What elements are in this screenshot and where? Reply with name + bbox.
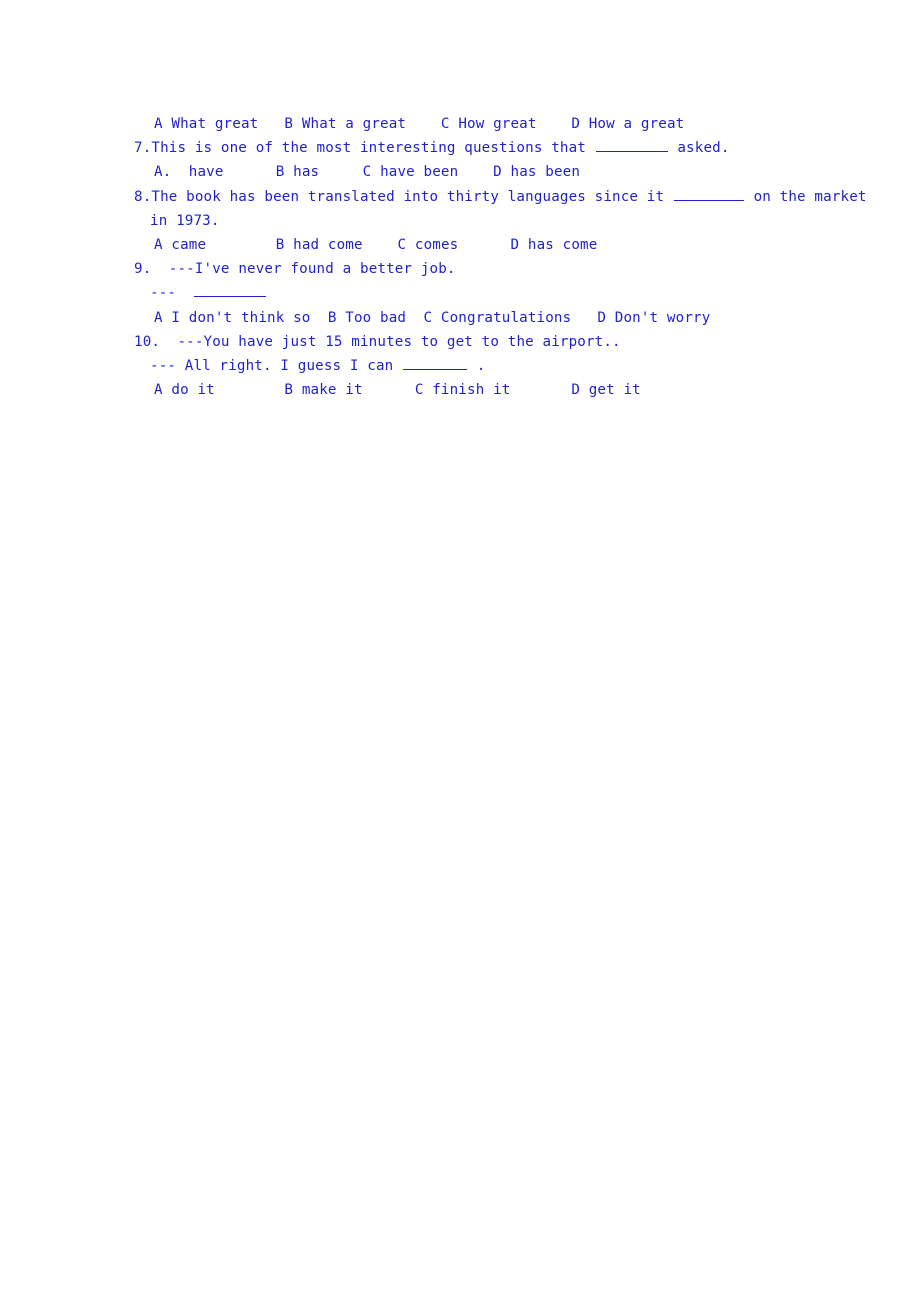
option-d-text: Don't worry <box>614 309 711 326</box>
question-8-text-after: on the market <box>744 188 867 205</box>
option-a-letter: A <box>154 309 163 326</box>
option-d-text: has been <box>510 164 581 181</box>
question-8-continuation: in 1973. <box>150 212 220 229</box>
question-10-reply-after: . <box>468 357 486 374</box>
option-d-text: get it <box>588 382 641 399</box>
question-8-stem: 8.The book has been translated into thir… <box>134 185 866 209</box>
option-d-letter: D <box>493 164 502 181</box>
option-b-letter: B <box>284 116 294 132</box>
question-9-speaker-line: ---I've never found a better job. <box>168 261 456 278</box>
options-row-q6: A What great B What a great C How great … <box>134 112 814 136</box>
question-9-number: 9. <box>134 261 152 278</box>
option-c-text: How great <box>458 116 537 132</box>
option-a-text: I don't think so <box>171 309 311 326</box>
option-d-letter: D <box>597 309 607 326</box>
option-c-letter: C <box>414 382 424 399</box>
worksheet-body: A What great B What a great C How great … <box>134 112 866 402</box>
options-row-q10: A do it B make it C finish it D get it <box>134 378 814 402</box>
option-b-text: had come <box>293 236 363 253</box>
option-c-text: Congratulations <box>440 309 572 326</box>
option-a-letter: A <box>154 116 163 132</box>
question-10-reply-line: --- All right. I guess I can . <box>134 354 814 378</box>
option-c-letter: C <box>397 236 407 253</box>
question-7-number: 7. <box>134 140 152 157</box>
question-7-stem: 7.This is one of the most interesting qu… <box>134 136 814 160</box>
option-c-text: have been <box>380 164 459 181</box>
question-8-blank <box>673 187 744 201</box>
option-b-text: What a great <box>301 116 407 132</box>
option-a-text: What great <box>171 116 259 132</box>
question-9-stem: 9. ---I've never found a better job. <box>134 257 814 281</box>
option-c-letter: C <box>440 116 450 132</box>
question-9-blank <box>194 283 267 298</box>
option-b-letter: B <box>275 236 285 253</box>
document-page: A What great B What a great C How great … <box>0 0 920 1302</box>
question-7-blank <box>595 138 668 153</box>
option-c-text: comes <box>414 236 459 253</box>
question-10-stem: 10. ---You have just 15 minutes to get t… <box>134 330 814 354</box>
question-8-text-before: The book has been translated into thirty… <box>151 188 673 205</box>
option-d-letter: D <box>571 382 581 399</box>
option-d-text: has come <box>527 236 598 253</box>
options-row-q7: A. have B has C have been D has been <box>134 160 814 184</box>
option-b-text: Too bad <box>345 309 407 326</box>
question-9-reply-line: --- <box>134 281 814 305</box>
option-a-text: do it <box>171 382 215 399</box>
option-b-letter: B <box>275 164 285 181</box>
option-b-text: make it <box>301 382 363 399</box>
option-b-letter: B <box>327 309 337 326</box>
question-10-reply-before: --- All right. I guess I can <box>150 357 403 374</box>
option-c-text: finish it <box>432 382 511 399</box>
option-a-text: have <box>180 164 224 181</box>
option-b-letter: B <box>284 382 294 399</box>
options-row-q9: A I don't think so B Too bad C Congratul… <box>134 306 814 330</box>
question-10-speaker-line: ---You have just 15 minutes to get to th… <box>177 333 621 350</box>
option-a-letter: A. <box>154 164 172 181</box>
option-d-letter: D <box>510 236 520 253</box>
question-8-number: 8. <box>134 188 152 205</box>
option-a-letter: A <box>154 382 163 399</box>
options-row-q8: A came B had come C comes D has come <box>134 233 814 257</box>
question-7-text-before: This is one of the most interesting ques… <box>151 140 595 157</box>
option-d-letter: D <box>571 116 581 132</box>
question-10-blank <box>403 356 468 370</box>
option-c-letter: C <box>362 164 372 181</box>
option-b-text: has <box>293 164 320 181</box>
question-7-text-after: asked. <box>668 140 730 157</box>
question-9-reply-dash: --- <box>150 285 177 302</box>
option-a-letter: A <box>154 236 163 253</box>
question-10-number: 10. <box>134 333 161 350</box>
option-d-text: How a great <box>588 116 685 132</box>
option-c-letter: C <box>423 309 433 326</box>
option-a-text: came <box>171 236 207 253</box>
